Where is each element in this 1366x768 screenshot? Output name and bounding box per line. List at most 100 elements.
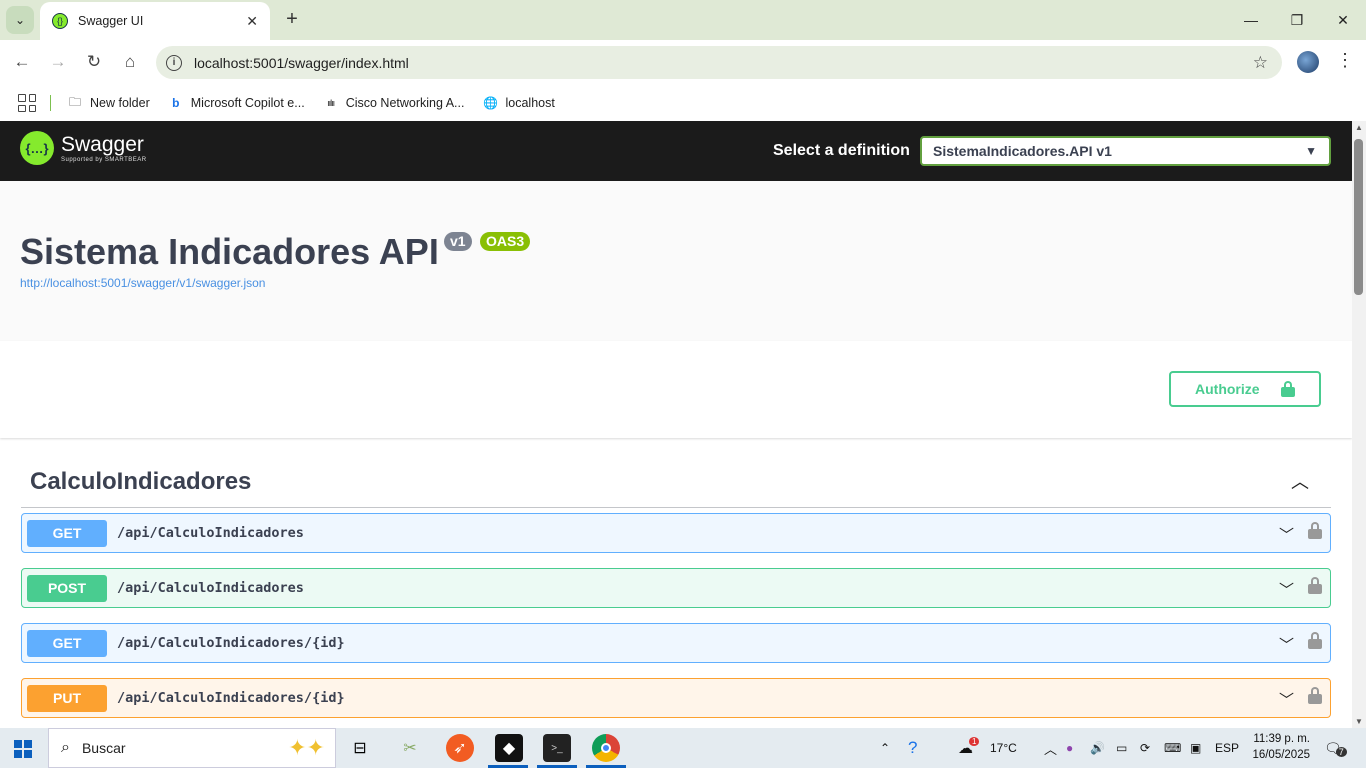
bookmarks-divider — [50, 95, 51, 111]
operation-get-by-id[interactable]: GET /api/CalculoIndicadores/{id} ﹀ — [21, 623, 1331, 663]
select-definition-label: Select a definition — [773, 142, 910, 159]
volume-icon[interactable]: 🔊 — [1090, 728, 1105, 768]
authorize-label: Authorize — [1195, 381, 1260, 397]
lock-icon[interactable] — [1308, 687, 1322, 705]
help-icon[interactable]: ? — [908, 728, 917, 768]
chrome-icon[interactable] — [592, 734, 620, 762]
oas-badge: OAS3 — [480, 232, 531, 251]
lock-icon[interactable] — [1308, 577, 1322, 595]
url-text: localhost:5001/swagger/index.html — [194, 54, 409, 71]
swagger-favicon-icon: {} — [52, 13, 68, 29]
chevron-down-icon[interactable]: ﹀ — [1279, 524, 1294, 545]
forward-button[interactable]: → — [44, 48, 72, 76]
network-icon[interactable]: ⟳ — [1140, 728, 1150, 768]
browser-tab[interactable]: {} Swagger UI ✕ — [40, 2, 270, 40]
spec-url-link[interactable]: http://localhost:5001/swagger/v1/swagger… — [20, 276, 265, 290]
site-info-icon[interactable]: i — [166, 54, 182, 71]
operation-path: /api/CalculoIndicadores — [117, 580, 304, 596]
scroll-down-icon[interactable]: ▼ — [1355, 717, 1363, 726]
bookmark-new-folder[interactable]: 🗀 New folder — [67, 95, 150, 111]
swagger-brand: Swagger — [61, 132, 144, 156]
operation-post[interactable]: POST /api/CalculoIndicadores ﹀ — [21, 568, 1331, 608]
chevron-up-icon[interactable]: ︿ — [1291, 468, 1309, 494]
bookmark-star-icon[interactable]: ☆ — [1253, 53, 1268, 73]
notifications-icon[interactable]: 🗨 7 — [1324, 728, 1347, 768]
method-badge: GET — [27, 629, 107, 657]
bookmark-label: Cisco Networking A... — [345, 96, 465, 110]
language-indicator[interactable]: ESP — [1215, 728, 1239, 768]
keyboard-icon[interactable]: ⌨ — [1164, 728, 1181, 768]
operation-get-list[interactable]: GET /api/CalculoIndicadores ﹀ — [21, 513, 1331, 553]
scroll-up-icon[interactable]: ▲ — [1355, 123, 1363, 132]
bookmark-localhost[interactable]: 🌐 localhost — [482, 96, 555, 110]
bookmark-copilot[interactable]: b Microsoft Copilot e... — [168, 96, 305, 110]
bookmark-cisco[interactable]: ıılıı Cisco Networking A... — [323, 96, 465, 110]
windows-start-icon[interactable] — [14, 740, 32, 758]
page-viewport: {…} Swagger Supported by SMARTBEAR Selec… — [0, 121, 1352, 728]
swagger-brand-sub: Supported by SMARTBEAR — [61, 156, 147, 163]
browser-tab-strip: ⌄ {} Swagger UI ✕ + — ❐ ✕ — [0, 0, 1366, 40]
chevron-up-icon[interactable]: ︿ — [1044, 728, 1057, 768]
swagger-topbar: {…} Swagger Supported by SMARTBEAR Selec… — [0, 121, 1352, 181]
weather-icon[interactable]: ☁ 1 — [958, 728, 980, 768]
reload-button[interactable]: ↻ — [80, 48, 108, 76]
close-tab-icon[interactable]: ✕ — [246, 13, 258, 30]
lock-icon[interactable] — [1308, 632, 1322, 650]
address-toolbar: ← → ↻ ⌂ i localhost:5001/swagger/index.h… — [0, 40, 1366, 85]
chevron-down-icon: ▼ — [1305, 144, 1317, 158]
taskbar-search-text: Buscar — [81, 740, 126, 756]
minimize-button[interactable]: — — [1228, 0, 1274, 40]
operation-put[interactable]: PUT /api/CalculoIndicadores/{id} ﹀ — [21, 678, 1331, 718]
method-badge: POST — [27, 574, 107, 602]
copilot-tray-icon[interactable]: ● — [1066, 728, 1073, 768]
search-icon: ⌕ — [61, 739, 70, 756]
apps-grid-icon[interactable] — [18, 94, 36, 112]
restore-button[interactable]: ❐ — [1274, 0, 1320, 40]
scheme-container: Authorize — [0, 341, 1352, 438]
unlock-icon — [1281, 381, 1295, 397]
notifications-count: 7 — [1335, 747, 1347, 757]
method-badge: GET — [27, 519, 107, 547]
tray-overflow-icon[interactable]: ⌃ — [880, 728, 890, 768]
battery-icon[interactable]: ▭ — [1116, 728, 1127, 768]
clock[interactable]: 11:39 p. m. 16/05/2025 — [1242, 731, 1310, 763]
operation-path: /api/CalculoIndicadores/{id} — [117, 635, 345, 651]
bookmark-label: Microsoft Copilot e... — [190, 96, 305, 110]
selected-definition: SistemaIndicadores.API v1 — [933, 143, 1112, 159]
taskbar-search[interactable]: ⌕ Buscar ✦✦ — [48, 728, 336, 768]
tab-search-button[interactable]: ⌄ — [6, 6, 34, 34]
back-button[interactable]: ← — [8, 48, 36, 76]
snipping-tool-icon[interactable]: ✂ — [396, 734, 424, 762]
operation-path: /api/CalculoIndicadores — [117, 525, 304, 541]
clock-date: 16/05/2025 — [1252, 749, 1310, 761]
swagger-logo[interactable]: {…} Swagger Supported by SMARTBEAR — [20, 131, 147, 165]
address-bar[interactable]: i localhost:5001/swagger/index.html ☆ — [156, 46, 1282, 79]
tab-title: Swagger UI — [78, 14, 144, 28]
tag-header[interactable]: CalculoIndicadores ︿ — [21, 438, 1331, 508]
profile-avatar[interactable] — [1297, 51, 1319, 73]
operation-path: /api/CalculoIndicadores/{id} — [117, 690, 345, 706]
windows-taskbar: ⌕ Buscar ✦✦ ⊟ ✂ ➶ ◆ >_ ⌃ ? ☁ 1 17°C ︿ ● 🔊… — [0, 728, 1366, 768]
page-scrollbar[interactable]: ▲ ▼ — [1352, 121, 1366, 728]
version-badge: v1 — [444, 232, 472, 251]
cursor-app-icon[interactable]: ◆ — [495, 734, 523, 762]
terminal-icon[interactable]: >_ — [543, 734, 571, 762]
close-window-button[interactable]: ✕ — [1320, 0, 1366, 40]
lock-icon[interactable] — [1308, 522, 1322, 540]
cisco-icon: ıılıı — [327, 98, 335, 108]
chevron-down-icon[interactable]: ﹀ — [1279, 579, 1294, 600]
chevron-down-icon[interactable]: ﹀ — [1279, 634, 1294, 655]
authorize-button[interactable]: Authorize — [1169, 371, 1321, 407]
chevron-down-icon[interactable]: ﹀ — [1279, 689, 1294, 710]
display-icon[interactable]: ▣ — [1190, 728, 1201, 768]
new-tab-button[interactable]: + — [280, 8, 304, 32]
browser-menu-icon[interactable]: ⋮ — [1336, 50, 1354, 71]
definition-select[interactable]: SistemaIndicadores.API v1 ▼ — [920, 136, 1331, 166]
postman-icon[interactable]: ➶ — [446, 734, 474, 762]
home-button[interactable]: ⌂ — [116, 48, 144, 76]
weather-temp: 17°C — [990, 741, 1017, 755]
task-view-icon[interactable]: ⊟ — [346, 734, 374, 762]
scrollbar-thumb[interactable] — [1354, 139, 1363, 295]
tag-section: CalculoIndicadores ︿ GET /api/CalculoInd… — [0, 438, 1352, 718]
api-title: Sistema Indicadores API — [20, 231, 439, 272]
